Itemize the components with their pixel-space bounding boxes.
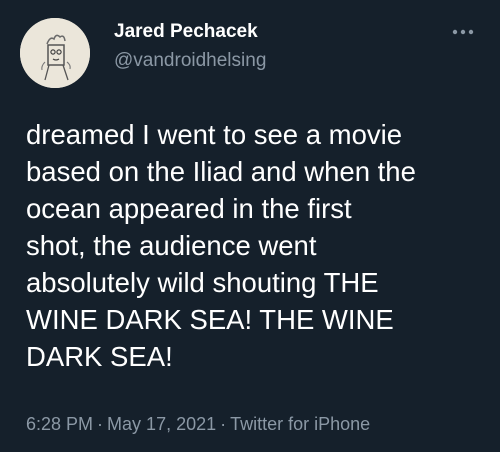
tweet-source[interactable]: Twitter for iPhone	[230, 414, 370, 434]
author-display-name[interactable]: Jared Pechacek	[114, 20, 266, 44]
tweet-text-line: shot, the audience went	[26, 230, 317, 261]
meta-separator: ·	[97, 414, 104, 434]
tweet-text-line: based on the Iliad and when the	[26, 156, 416, 187]
tweet-text-line: ocean appeared in the first	[26, 193, 352, 224]
tweet-text-line: absolutely wild shouting THE	[26, 267, 379, 298]
meta-separator: ·	[220, 414, 227, 434]
tweet-meta: 6:28 PM · May 17, 2021 · Twitter for iPhone	[26, 412, 370, 436]
tweet-date[interactable]: May 17, 2021	[107, 414, 216, 434]
author-identity: Jared Pechacek @vandroidhelsing	[114, 20, 266, 73]
more-dots-icon[interactable]	[450, 24, 476, 40]
tweet-text-line: dreamed I went to see a movie	[26, 119, 403, 150]
tweet-header: Jared Pechacek @vandroidhelsing	[20, 14, 480, 88]
sketch-avatar-icon	[20, 18, 90, 88]
tweet-text-line: DARK SEA!	[26, 341, 173, 372]
tweet-card: Jared Pechacek @vandroidhelsing dreamed …	[0, 0, 500, 452]
tweet-text: dreamed I went to see a movie based on t…	[26, 116, 486, 375]
tweet-text-line: WINE DARK SEA! THE WINE	[26, 304, 394, 335]
author-avatar[interactable]	[20, 18, 90, 88]
author-handle[interactable]: @vandroidhelsing	[114, 49, 266, 73]
tweet-time[interactable]: 6:28 PM	[26, 414, 93, 434]
